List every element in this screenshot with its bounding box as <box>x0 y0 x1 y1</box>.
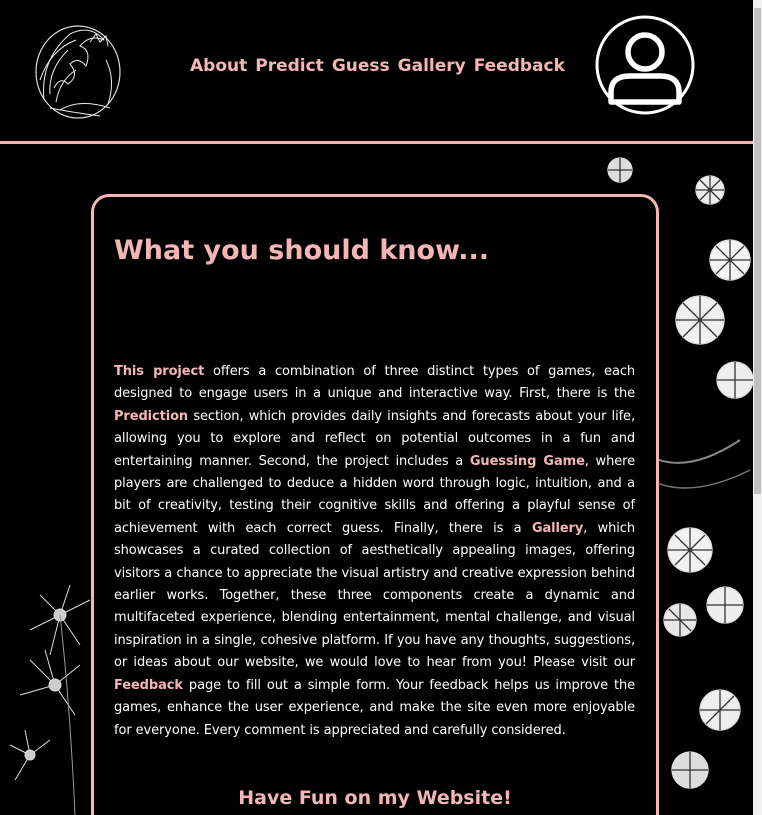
highlight-gallery: Gallery <box>531 520 584 536</box>
nav-link-gallery[interactable]: Gallery <box>398 56 466 76</box>
great-wave-logo-icon[interactable] <box>30 20 128 122</box>
site-header: About Predict Guess Gallery Feedback <box>0 0 753 141</box>
nav-link-predict[interactable]: Predict <box>255 56 324 76</box>
body-text-part4: , which showcases a curated collection o… <box>114 520 635 671</box>
body-text-part5: page to fill out a simple form. Your fee… <box>114 677 635 738</box>
page-title: What you should know... <box>114 235 490 266</box>
highlight-feedback: Feedback <box>114 677 183 693</box>
page: About Predict Guess Gallery Feedback Wha… <box>0 0 762 815</box>
nav-link-guess[interactable]: Guess <box>332 56 390 76</box>
main-navigation: About Predict Guess Gallery Feedback <box>190 56 565 76</box>
header-divider <box>0 141 753 144</box>
nav-link-about[interactable]: About <box>190 56 247 76</box>
footer-message: Have Fun on my Website! <box>238 787 512 809</box>
scrollbar-thumb[interactable] <box>754 8 761 494</box>
user-avatar-icon[interactable] <box>594 14 696 116</box>
highlight-guessing-game: Guessing Game <box>469 453 585 469</box>
flower-decoration-left <box>9 584 91 815</box>
highlight-this-project: This project <box>114 364 205 379</box>
highlight-prediction: Prediction <box>114 408 189 424</box>
info-card: What you should know... This project off… <box>91 194 659 815</box>
intro-paragraph: This project offers a combination of thr… <box>114 361 635 742</box>
nav-link-feedback[interactable]: Feedback <box>474 56 565 76</box>
scrollbar[interactable] <box>753 0 762 815</box>
